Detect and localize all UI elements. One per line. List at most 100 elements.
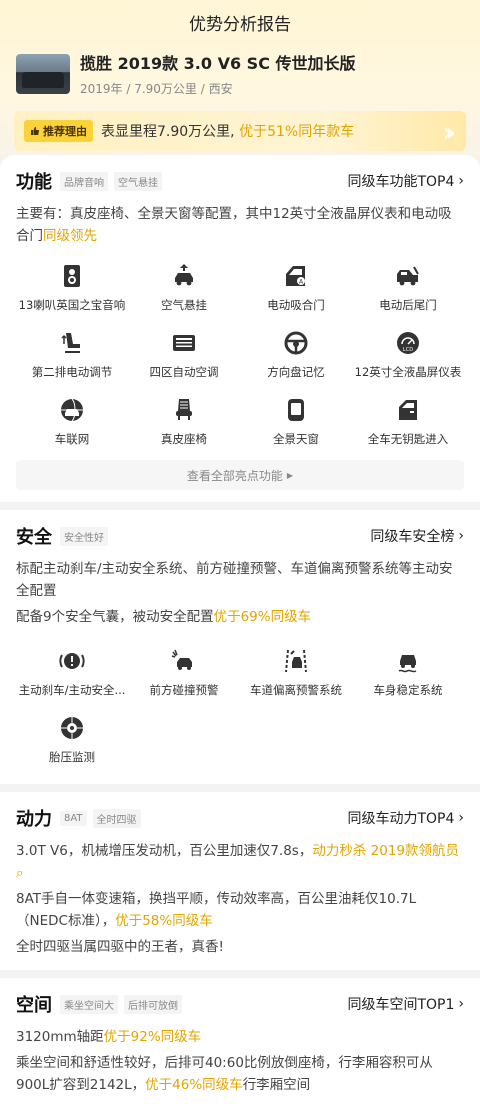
safety-label: 车道偏离预警系统 [250, 683, 342, 697]
speaker-icon [64, 265, 80, 287]
connected-car-icon [61, 398, 83, 422]
safety-label: 胎压监测 [49, 750, 95, 764]
space-rank-link[interactable]: 同级车空间TOP1 › [347, 994, 464, 1014]
power-line-1-text: 3.0T V6，机械增压发动机，百公里加速仅7.8s， [16, 843, 313, 859]
safety-rank-link[interactable]: 同级车安全榜 › [370, 526, 464, 546]
feature-item[interactable]: 真皮座椅 [128, 397, 240, 454]
chevron-right-icon: › [458, 173, 464, 189]
function-rank-label: 同级车功能TOP4 [347, 174, 455, 190]
power-line-1: 3.0T V6，机械增压发动机，百公里加速仅7.8s，动力秒杀 2019款领航员… [16, 840, 464, 884]
function-grid: 13喇叭英国之宝音响 空气悬挂 A 电动吸合门 电动后尾门 第二排电动调节 四区… [16, 263, 464, 454]
space-tag: 后排可放倒 [124, 994, 182, 1014]
power-rank-label: 同级车动力TOP4 [347, 811, 455, 827]
space-line-1-highlight: 优于92%同级车 [103, 1029, 202, 1045]
feature-item[interactable]: 空气悬挂 [128, 263, 240, 320]
power-line-2-highlight: 优于58%同级车 [115, 913, 213, 929]
feature-label: 真皮座椅 [161, 432, 207, 446]
safety-grid: 主动刹车/主动安全... 前方碰撞预警 车道偏离预警系统 车身稳定系统 胎压监测 [16, 648, 464, 772]
top-banner: 优势分析报告 揽胜 2019款 3.0 V6 SC 传世加长版 2019年 / … [0, 0, 480, 161]
function-rank-link[interactable]: 同级车功能TOP4 › [347, 171, 464, 191]
chevron-right-icon: › [458, 996, 464, 1012]
recommend-badge: 推荐理由 [24, 120, 93, 142]
air-suspension-icon [175, 264, 193, 286]
tire-pressure-icon [61, 717, 83, 739]
safety-tag: 安全性好 [60, 526, 108, 546]
chevron-right-icon: › [458, 810, 464, 826]
car-meta: 2019年 / 7.90万公里 / 西安 [80, 82, 233, 96]
function-desc-highlight: 同级领先 [43, 228, 97, 244]
safety-item[interactable]: 车身稳定系统 [352, 648, 464, 705]
power-line-2: 8AT手自一体变速箱，换挡平顺，传动效率高，百公里油耗仅10.7L（NEDC标准… [16, 888, 464, 932]
feature-label: 全景天窗 [273, 432, 319, 446]
search-icon: ⌕ [16, 865, 24, 881]
thumbs-up-icon [31, 127, 39, 135]
feature-item[interactable]: 第二排电动调节 [16, 330, 128, 387]
active-brake-icon [59, 653, 85, 669]
feature-item[interactable]: A 电动吸合门 [240, 263, 352, 320]
space-line-2-tail: 行李厢空间 [242, 1077, 311, 1093]
safety-rank-label: 同级车安全榜 [370, 529, 455, 545]
space-section: 空间 乘坐空间大 后排可放倒 同级车空间TOP1 › 3120mm轴距优于92%同… [0, 978, 480, 1108]
safety-item[interactable]: 前方碰撞预警 [128, 648, 240, 705]
feature-item[interactable]: LCD 12英寸全液晶屏仪表 [352, 330, 464, 387]
function-desc: 主要有：真皮座椅、全景天窗等配置，其中12英寸全液晶屏仪表和电动吸合门同级领先 [16, 203, 464, 247]
recommend-reason: 推荐理由 表显里程7.90万公里, 优于51%同年款车 ›› [14, 111, 466, 151]
safety-desc-1: 标配主动刹车/主动安全系统、前方碰撞预警、车道偏离预警系统等主动安全配置 [16, 561, 453, 599]
safety-label: 主动刹车/主动安全... [18, 683, 126, 697]
safety-item[interactable]: 车道偏离预警系统 [240, 648, 352, 705]
feature-label: 车联网 [54, 432, 90, 446]
collision-warning-icon [171, 649, 192, 670]
space-tag: 乘坐空间大 [60, 994, 118, 1014]
car-thumbnail[interactable] [16, 53, 70, 94]
climate-control-icon [173, 335, 195, 351]
recommend-text-main: 表显里程7.90万公里, [101, 124, 240, 140]
feature-label: 四区自动空调 [149, 365, 219, 379]
safety-title: 安全 [16, 527, 52, 548]
feature-label: 12英寸全液晶屏仪表 [354, 365, 462, 379]
svg-text:LCD: LCD [403, 347, 413, 353]
power-section: 动力 8AT 全时四驱 同级车动力TOP4 › 3.0T V6，机械增压发动机，百… [0, 792, 480, 970]
electric-tailgate-icon [397, 266, 419, 286]
feature-label: 空气悬挂 [161, 298, 207, 312]
function-title: 功能 [16, 172, 52, 193]
space-rank-label: 同级车空间TOP1 [347, 997, 455, 1013]
power-tag: 全时四驱 [92, 808, 141, 828]
recommend-badge-label: 推荐理由 [43, 125, 87, 138]
safety-desc-2-text: 配备9个安全气囊，被动安全配置 [16, 609, 214, 625]
feature-item[interactable]: 车联网 [16, 397, 128, 454]
space-line-2-highlight: 优于46%同级车 [145, 1077, 243, 1093]
feature-item[interactable]: 方向盘记忆 [240, 330, 352, 387]
feature-item[interactable]: 电动后尾门 [352, 263, 464, 320]
feature-item[interactable]: 全景天窗 [240, 397, 352, 454]
double-chevron-icon: ›› [442, 118, 457, 148]
power-rank-link[interactable]: 同级车动力TOP4 › [347, 808, 464, 828]
chevron-right-icon: › [458, 528, 464, 544]
feature-label: 全车无钥匙进入 [367, 432, 449, 446]
safety-desc-2: 配备9个安全气囊，被动安全配置优于69%同级车 [16, 606, 464, 628]
feature-label: 电动后尾门 [379, 298, 437, 312]
car-summary[interactable]: 揽胜 2019款 3.0 V6 SC 传世加长版 2019年 / 7.90万公里… [0, 44, 480, 97]
lcd-cluster-icon: LCD [397, 332, 419, 354]
rear-seat-adjust-icon [61, 333, 80, 353]
view-all-features-button[interactable]: 查看全部亮点功能 ▶ [16, 460, 464, 490]
space-line-1-text: 3120mm轴距 [16, 1029, 104, 1045]
feature-item[interactable]: 13喇叭英国之宝音响 [16, 263, 128, 320]
car-title: 揽胜 2019款 3.0 V6 SC 传世加长版 [80, 54, 356, 73]
safety-label: 车身稳定系统 [373, 683, 443, 697]
feature-item[interactable]: 四区自动空调 [128, 330, 240, 387]
safety-item[interactable]: 胎压监测 [16, 715, 128, 772]
view-all-label: 查看全部亮点功能 [186, 468, 283, 483]
feature-label: 电动吸合门 [267, 298, 325, 312]
space-line-2: 乘坐空间和舒适性较好，后排可40:60比例放倒座椅，行李厢容积可从900L扩容到… [16, 1052, 464, 1096]
function-tag: 品牌音响 [60, 171, 108, 191]
power-line-2-text: 8AT手自一体变速箱，换挡平顺，传动效率高，百公里油耗仅10.7L（NEDC标准… [16, 891, 417, 929]
keyless-entry-icon [399, 400, 417, 420]
leather-seat-icon [176, 399, 192, 420]
power-tag: 8AT [60, 810, 87, 826]
feature-item[interactable]: 全车无钥匙进入 [352, 397, 464, 454]
safety-item[interactable]: 主动刹车/主动安全... [16, 648, 128, 705]
power-title: 动力 [16, 809, 52, 830]
space-title: 空间 [16, 995, 52, 1016]
space-line-1: 3120mm轴距优于92%同级车 [16, 1026, 464, 1048]
lane-departure-icon [285, 649, 307, 673]
